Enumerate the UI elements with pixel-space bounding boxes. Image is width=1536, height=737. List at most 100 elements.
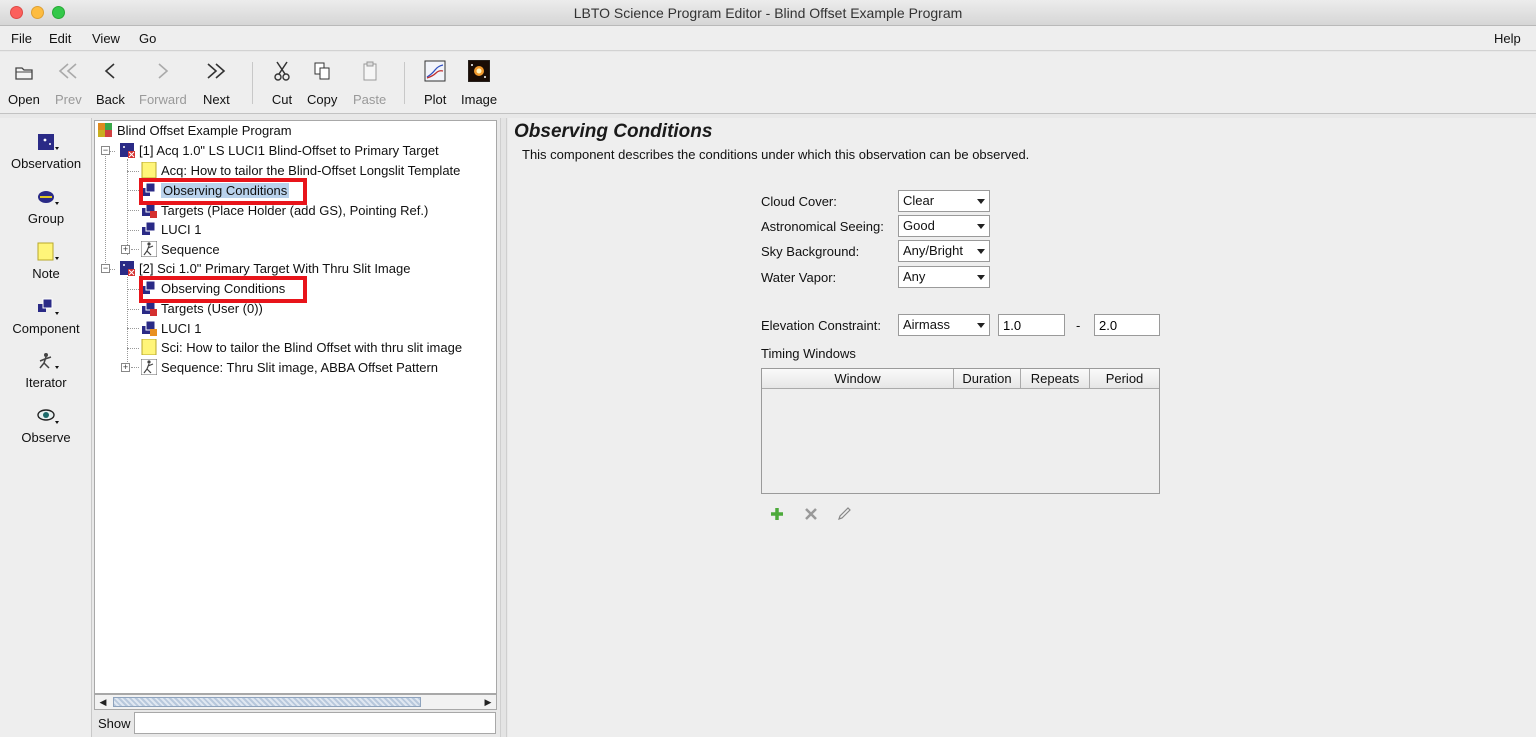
instrument-component-icon: [141, 320, 157, 336]
menu-go[interactable]: Go: [139, 31, 156, 46]
chevron-right-icon: [152, 60, 174, 82]
observation-icon: [119, 260, 135, 276]
collapse-toggle-obs2[interactable]: −: [101, 264, 110, 273]
palette-iterator[interactable]: Iterator: [0, 351, 92, 390]
cloud-cover-select[interactable]: Clear: [898, 190, 990, 212]
scroll-left-icon[interactable]: ◀: [97, 696, 109, 708]
tree-node-sequence[interactable]: Sequence: Thru Slit image, ABBA Offset P…: [140, 358, 438, 377]
iterator-icon: [36, 351, 59, 371]
tree-line: [127, 309, 139, 310]
forward-button[interactable]: Forward: [139, 60, 187, 107]
menu-help[interactable]: Help: [1494, 31, 1521, 46]
toolbar-separator: [252, 62, 253, 104]
menu-bar: File Edit View Go Help: [0, 26, 1536, 51]
palette-note[interactable]: Note: [0, 242, 92, 281]
chevron-down-icon: [977, 224, 985, 229]
eye-icon: [36, 406, 59, 426]
tree-line: [127, 289, 139, 290]
column-repeats[interactable]: Repeats: [1021, 369, 1090, 389]
tree-node-instrument[interactable]: LUCI 1: [141, 220, 201, 239]
tree-line: [127, 230, 139, 231]
tree-node-program[interactable]: Blind Offset Example Program: [97, 121, 292, 140]
menu-file[interactable]: File: [11, 31, 32, 46]
chevron-down-icon: [977, 249, 985, 254]
column-window[interactable]: Window: [762, 369, 954, 389]
highlight-box: [139, 178, 307, 205]
tree-node-sequence[interactable]: Sequence: [140, 240, 220, 259]
page-description: This component describes the conditions …: [522, 147, 1030, 162]
water-vapor-label: Water Vapor:: [761, 270, 837, 285]
tree-node-note[interactable]: Sci: How to tailor the Blind Offset with…: [141, 338, 462, 357]
column-duration[interactable]: Duration: [954, 369, 1021, 389]
group-icon: [36, 187, 59, 207]
tree-line: [105, 147, 106, 271]
water-vapor-select[interactable]: Any: [898, 266, 990, 288]
tree-line: [127, 171, 139, 172]
column-period[interactable]: Period: [1090, 369, 1159, 389]
elevation-min-input[interactable]: [998, 314, 1065, 336]
note-icon: [36, 242, 59, 262]
sky-background-label: Sky Background:: [761, 244, 860, 259]
palette-observe[interactable]: Observe: [0, 406, 92, 445]
elevation-constraint-label: Elevation Constraint:: [761, 318, 881, 333]
tree-node-observation-1[interactable]: [1] Acq 1.0" LS LUCI1 Blind-Offset to Pr…: [119, 141, 439, 160]
edit-timing-window-button[interactable]: [835, 506, 853, 524]
open-folder-icon: [13, 60, 35, 82]
palette-component[interactable]: Component: [0, 297, 92, 336]
toolbar: Open Prev Back Forward Next Cut Copy Pas…: [0, 52, 1536, 114]
menu-view[interactable]: View: [92, 31, 120, 46]
menu-edit[interactable]: Edit: [49, 31, 71, 46]
window-title: LBTO Science Program Editor - Blind Offs…: [573, 5, 963, 21]
tree-horizontal-scrollbar[interactable]: ◀ ▶: [94, 694, 497, 710]
remove-timing-window-button[interactable]: [802, 506, 820, 524]
tree-line: [127, 190, 139, 191]
add-timing-window-button[interactable]: [768, 506, 786, 524]
scrollbar-thumb[interactable]: [113, 697, 421, 707]
palette-observation[interactable]: Observation: [0, 132, 92, 171]
instrument-component-icon: [141, 221, 157, 237]
pencil-icon: [838, 507, 851, 520]
paste-button[interactable]: Paste: [353, 60, 386, 107]
scroll-right-icon[interactable]: ▶: [482, 696, 494, 708]
sequence-icon: [140, 358, 158, 376]
image-button[interactable]: Image: [461, 59, 497, 107]
component-palette: Observation Group Note Component Iterato…: [0, 118, 92, 737]
sky-background-select[interactable]: Any/Bright: [898, 240, 990, 262]
scissors-icon: [271, 60, 293, 82]
next-button[interactable]: Next: [203, 60, 230, 107]
program-icon: [97, 122, 113, 138]
expand-toggle-sequence[interactable]: +: [121, 363, 130, 372]
double-chevron-left-icon: [57, 60, 79, 82]
chevron-down-icon: [977, 275, 985, 280]
plot-icon: [424, 60, 446, 82]
plot-button[interactable]: Plot: [424, 60, 446, 107]
open-button[interactable]: Open: [8, 60, 40, 107]
palette-group[interactable]: Group: [0, 187, 92, 226]
expand-toggle-sequence[interactable]: +: [121, 245, 130, 254]
cloud-cover-label: Cloud Cover:: [761, 194, 837, 209]
double-chevron-right-icon: [205, 60, 227, 82]
sequence-icon: [140, 240, 158, 258]
program-tree[interactable]: Blind Offset Example Program − [1] Acq 1…: [94, 120, 497, 694]
pane-splitter[interactable]: [500, 118, 507, 737]
seeing-label: Astronomical Seeing:: [761, 219, 884, 234]
tree-line: [127, 159, 128, 255]
elevation-type-select[interactable]: Airmass: [898, 314, 990, 336]
collapse-toggle-obs1[interactable]: −: [101, 146, 110, 155]
page-title: Observing Conditions: [514, 121, 713, 142]
timing-windows-table[interactable]: Window Duration Repeats Period: [761, 368, 1160, 494]
cut-button[interactable]: Cut: [271, 60, 293, 107]
seeing-select[interactable]: Good: [898, 215, 990, 237]
back-button[interactable]: Back: [96, 60, 125, 107]
copy-button[interactable]: Copy: [307, 60, 337, 107]
plus-icon: [771, 508, 783, 520]
show-label: Show: [98, 716, 131, 731]
tree-node-instrument[interactable]: LUCI 1: [141, 319, 201, 338]
show-input[interactable]: [134, 712, 496, 734]
table-header: Window Duration Repeats Period: [762, 369, 1159, 389]
note-icon: [141, 161, 157, 179]
component-editor: Observing Conditions This component desc…: [508, 118, 1536, 737]
elevation-max-input[interactable]: [1094, 314, 1160, 336]
prev-button[interactable]: Prev: [55, 60, 82, 107]
chevron-left-icon: [99, 60, 121, 82]
